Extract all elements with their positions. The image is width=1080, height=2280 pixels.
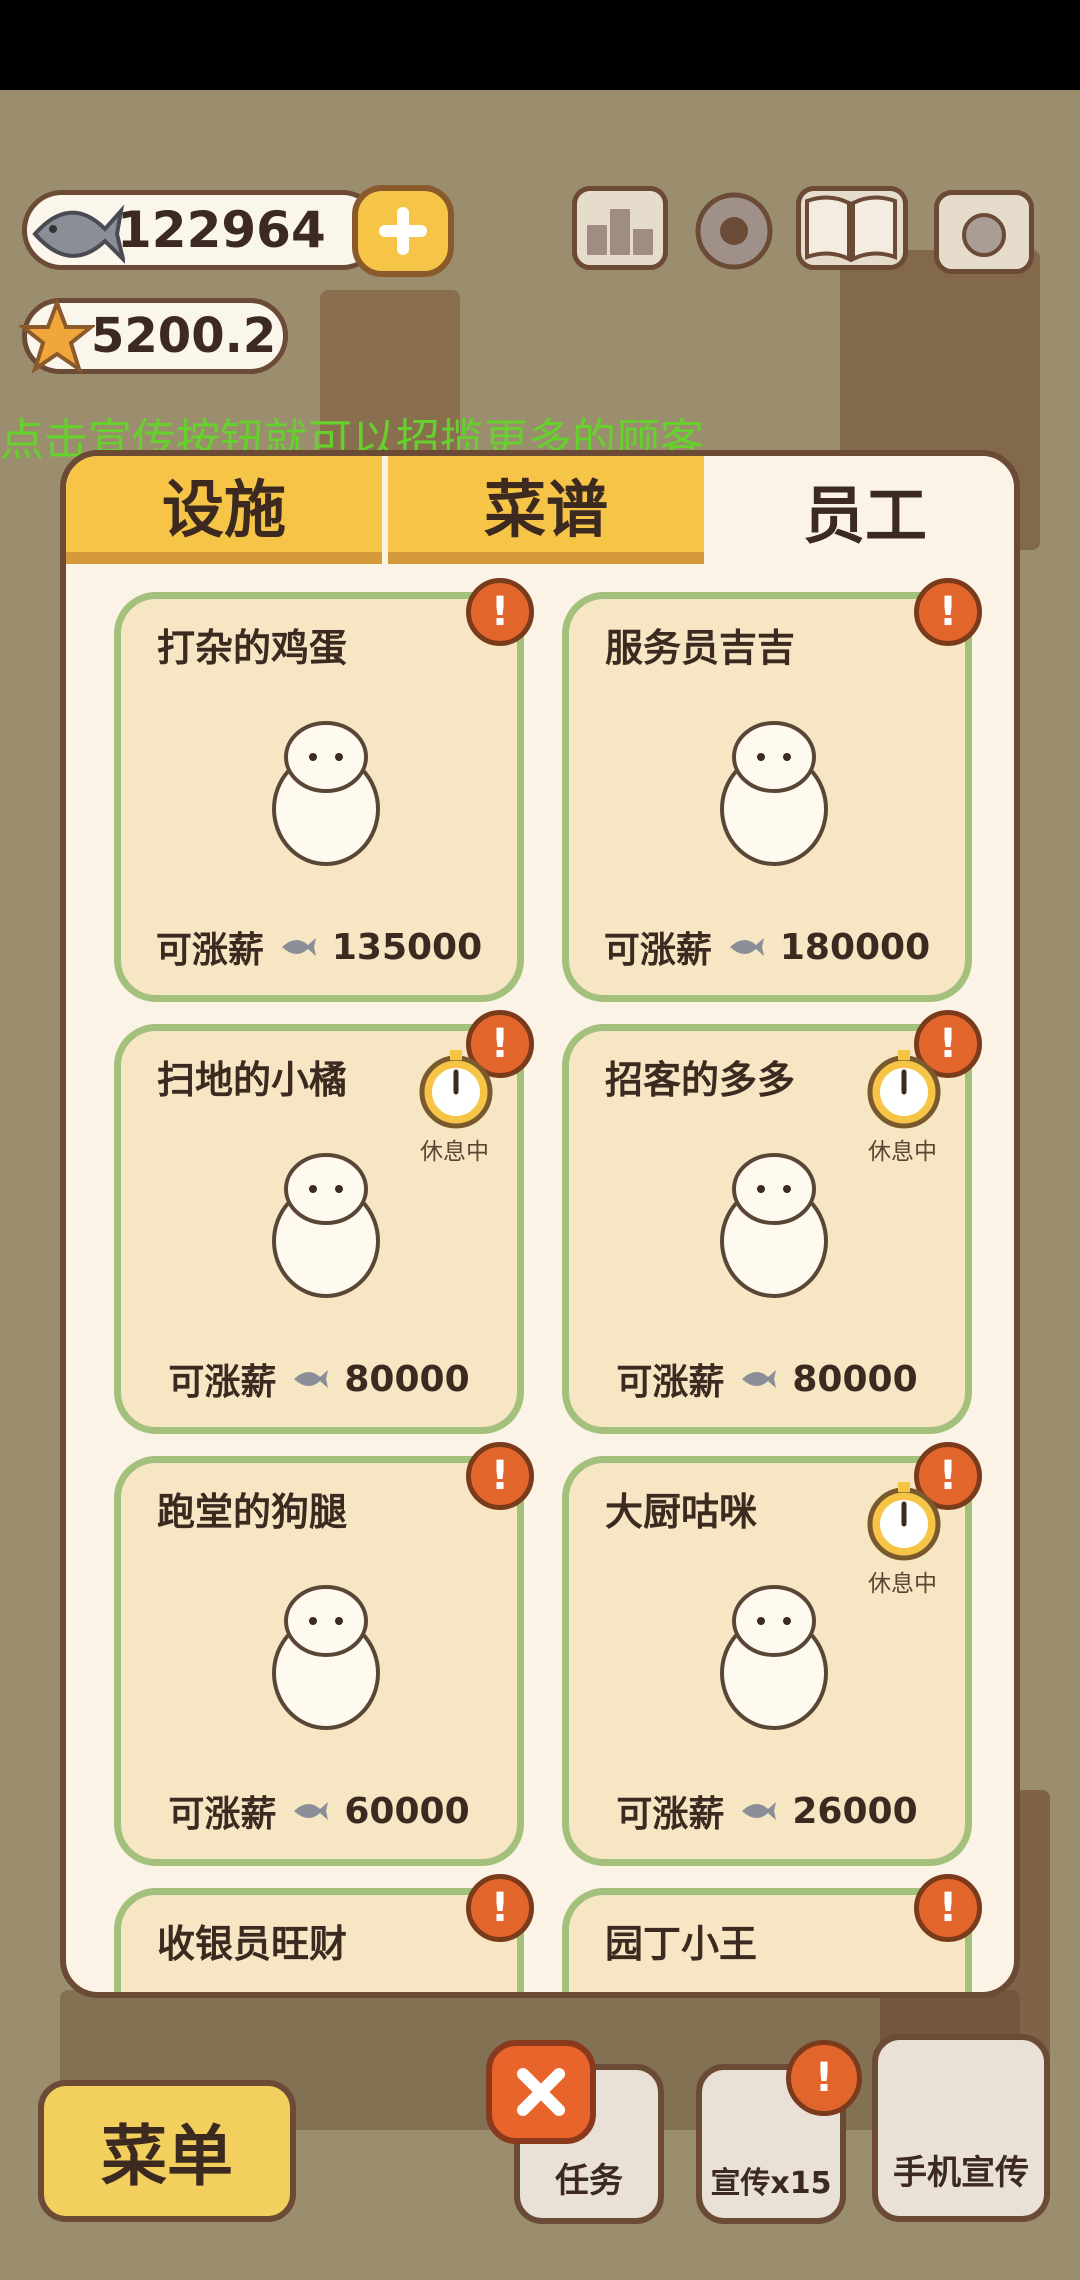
phone-promo-label: 手机宣传 (893, 2153, 1029, 2193)
staff-character-image (251, 1995, 401, 1998)
staff-card[interactable]: 打杂的鸡蛋可涨薪 135000 (114, 592, 524, 1002)
settings-button[interactable] (686, 186, 782, 270)
tab-recipes[interactable]: 菜谱 (388, 456, 704, 564)
salary-value: 135000 (331, 926, 483, 968)
fish-icon (729, 938, 764, 956)
fish-icon (32, 204, 125, 264)
salary-row: 可涨薪 80000 (569, 1353, 965, 1405)
tab-staff[interactable]: 员工 (710, 456, 1014, 564)
resting-label: 休息中 (868, 1571, 937, 1597)
staff-character-image (251, 1563, 401, 1733)
salary-value: 180000 (779, 926, 931, 968)
star-count: 5200.2 (91, 308, 277, 364)
fish-count: 122964 (117, 201, 326, 259)
alert-icon: ! (914, 1874, 982, 1942)
salary-row: 可涨薪 26000 (569, 1785, 965, 1837)
star-currency: 5200.2 (19, 298, 288, 374)
staff-character-image (251, 1131, 401, 1301)
camera-button[interactable] (934, 190, 1034, 274)
salary-value: 60000 (344, 1790, 470, 1832)
stopwatch-icon (862, 1478, 946, 1562)
alert-icon: ! (466, 1874, 534, 1942)
staff-character-image (699, 1131, 849, 1301)
fish-icon (294, 1370, 329, 1388)
alert-icon: ! (914, 578, 982, 646)
salary-label: 可涨薪 (155, 930, 264, 971)
salary-row: 可涨薪 80000 (121, 1353, 517, 1405)
staff-character-image (699, 699, 849, 869)
staff-character-image (251, 699, 401, 869)
salary-value: 80000 (344, 1358, 470, 1400)
leaderboard-button[interactable] (572, 186, 668, 270)
catalog-button[interactable] (796, 186, 908, 270)
camera-icon (962, 213, 1006, 257)
staff-character-image (699, 1995, 849, 1998)
staff-card[interactable]: 收银员旺财 (114, 1888, 524, 1998)
resting-label: 休息中 (420, 1139, 489, 1165)
fish-icon (742, 1802, 777, 1820)
promo-label: 宣传x15 (710, 2166, 832, 2201)
salary-row: 可涨薪 180000 (569, 921, 965, 973)
salary-label: 可涨薪 (616, 1794, 725, 1835)
close-icon (517, 2068, 565, 2116)
fish-icon (294, 1802, 329, 1820)
staff-name: 收银员旺财 (157, 1922, 348, 1966)
fish-icon (742, 1370, 777, 1388)
salary-label: 可涨薪 (168, 1362, 277, 1403)
staff-name: 跑堂的狗腿 (157, 1490, 348, 1534)
staff-character-image (699, 1563, 849, 1733)
salary-row: 可涨薪 60000 (121, 1785, 517, 1837)
stopwatch-icon (414, 1046, 498, 1130)
status-bar (0, 0, 1080, 90)
staff-card[interactable]: 服务员吉吉可涨薪 180000 (562, 592, 972, 1002)
staff-card[interactable]: 跑堂的狗腿可涨薪 60000 (114, 1456, 524, 1866)
menu-label: 菜单 (101, 2118, 233, 2195)
staff-panel: 设施 菜谱 员工 打杂的鸡蛋可涨薪 135000! 服务员吉吉可涨薪 180000! 扫… (60, 450, 1020, 1998)
resting-label: 休息中 (868, 1139, 937, 1165)
staff-name: 招客的多多 (605, 1058, 796, 1102)
salary-label: 可涨薪 (168, 1794, 277, 1835)
add-currency-button[interactable] (352, 185, 454, 277)
salary-value: 26000 (792, 1790, 918, 1832)
gear-icon (695, 192, 773, 270)
promo-alert-icon: ! (786, 2040, 862, 2116)
salary-label: 可涨薪 (616, 1362, 725, 1403)
book-icon (805, 195, 897, 263)
salary-label: 可涨薪 (603, 930, 712, 971)
salary-row: 可涨薪 135000 (121, 921, 517, 973)
podium-icon (587, 209, 653, 255)
tasks-label: 任务 (555, 2161, 623, 2201)
stopwatch-icon (862, 1046, 946, 1130)
close-button[interactable] (486, 2040, 596, 2144)
menu-button[interactable]: 菜单 (38, 2080, 296, 2222)
staff-name: 大厨咕咪 (605, 1490, 758, 1534)
staff-name: 扫地的小橘 (157, 1058, 348, 1102)
staff-name: 园丁小王 (605, 1922, 758, 1966)
staff-name: 服务员吉吉 (605, 626, 796, 670)
salary-value: 80000 (792, 1358, 918, 1400)
tab-facilities[interactable]: 设施 (66, 456, 382, 564)
plus-icon (379, 207, 427, 255)
fish-currency: 122964 (22, 190, 382, 270)
fish-icon (281, 938, 316, 956)
phone-promo-button[interactable]: 手机宣传 (872, 2034, 1050, 2222)
alert-icon: ! (466, 1442, 534, 1510)
star-icon (19, 299, 95, 374)
staff-name: 打杂的鸡蛋 (157, 626, 348, 670)
alert-icon: ! (466, 578, 534, 646)
staff-card[interactable]: 园丁小王 (562, 1888, 972, 1998)
